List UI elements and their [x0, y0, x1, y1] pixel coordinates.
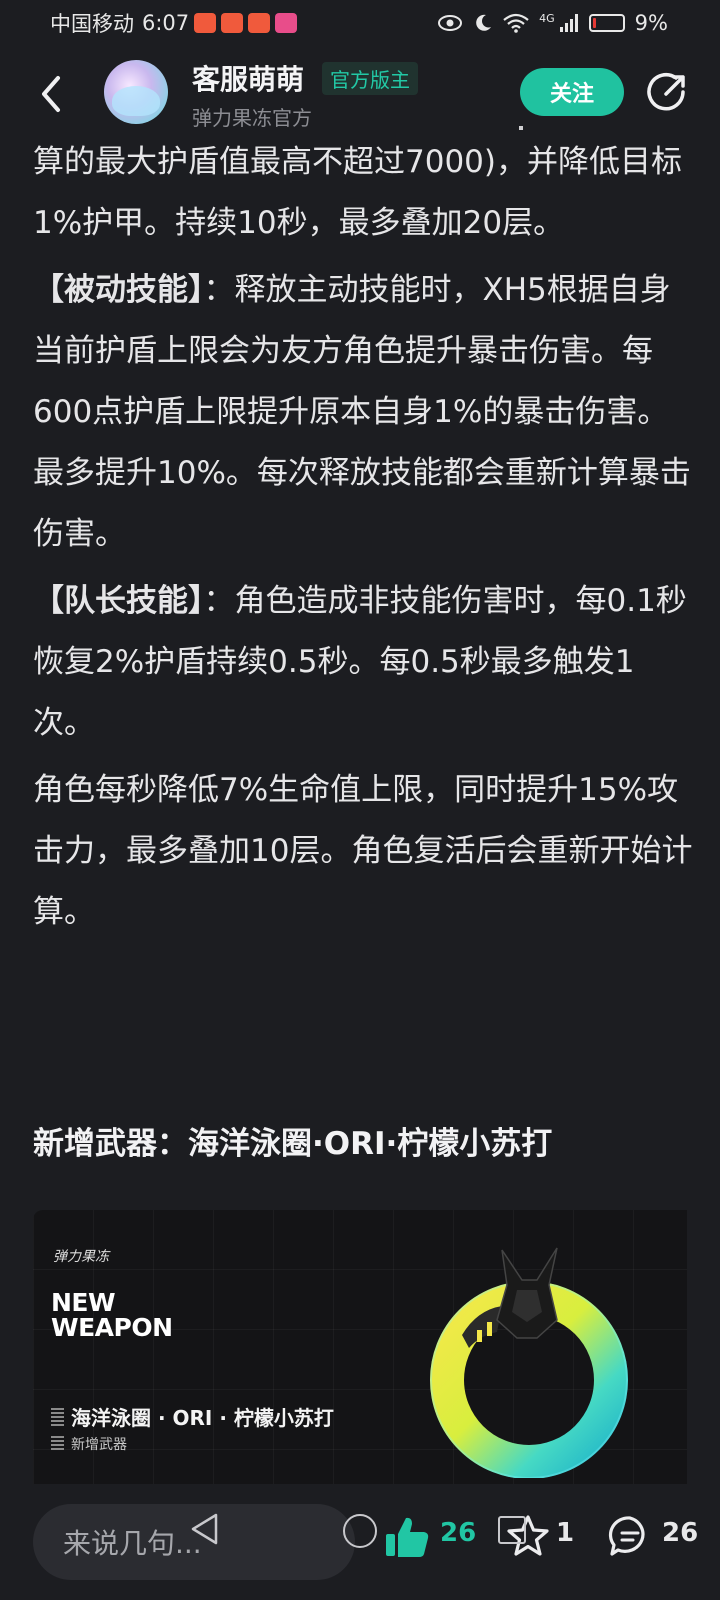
banner-weapon-name: 海洋泳圈 · ORI · 柠檬小苏打: [71, 1406, 334, 1430]
post-header: 客服萌萌 官方版主 弹力果冻官方 关注: [0, 52, 720, 136]
notification-icon-2: [221, 13, 244, 33]
carrier-label: 中国移动: [50, 12, 134, 36]
notification-icon-1: [194, 13, 217, 33]
nav-back-triangle-icon[interactable]: [188, 1512, 222, 1546]
status-icons: 4G 9%: [437, 11, 668, 35]
like-count: 26: [440, 1518, 477, 1548]
wifi-icon: [503, 13, 529, 33]
comment-count: 26: [662, 1518, 699, 1548]
share-icon[interactable]: [646, 72, 688, 114]
article-body: 算的最大护盾值最高不超过7000)，并降低目标1%护甲。持续10秒，最多叠加20…: [33, 126, 693, 943]
battery-percent: 9%: [634, 11, 668, 35]
nav-home-circle-icon[interactable]: [343, 1514, 377, 1548]
battery-icon: [588, 14, 625, 32]
swim-ring-weapon-illustration: [430, 1247, 628, 1478]
favorite-count: 1: [556, 1518, 575, 1548]
author-subtitle: 弹力果冻官方: [192, 106, 312, 130]
banner-logo: 弹力果冻: [53, 1249, 109, 1265]
passive-skill-heading: 【被动技能】: [33, 272, 204, 308]
paragraph-passive-skill: 【被动技能】：释放主动技能时，XH5根据自身当前护盾上限会为友方角色提升暴击伤害…: [33, 260, 693, 565]
follow-button[interactable]: 关注: [520, 68, 624, 116]
eye-icon: [438, 15, 463, 31]
bottom-action-bar: 来说几句... 26 1 26: [0, 1496, 720, 1600]
passive-skill-text: ：释放主动技能时，XH5根据自身当前护盾上限会为友方角色提升暴击伤害。每600点…: [33, 272, 691, 552]
notification-icon-3: [248, 13, 271, 33]
paragraph-1: 算的最大护盾值最高不超过7000)，并降低目标1%护甲。持续10秒，最多叠加20…: [33, 144, 682, 241]
avatar[interactable]: [104, 60, 168, 124]
banner-bar-mark-small: [51, 1436, 64, 1450]
banner-headline-line1: NEW: [51, 1288, 116, 1317]
signal-icon: [559, 14, 578, 32]
banner-bar-mark: [51, 1406, 64, 1426]
comment-icon[interactable]: [608, 1514, 652, 1558]
banner-headline: NEW WEAPON: [51, 1290, 173, 1340]
role-badge: 官方版主: [322, 62, 418, 95]
section-title: 新增武器：海洋泳圈·ORI·柠檬小苏打: [33, 1126, 553, 1162]
clipped-text-remnant: [519, 126, 523, 130]
clock: 6:07: [142, 11, 190, 35]
nav-recent-square-icon[interactable]: [498, 1516, 526, 1544]
thumbs-up-icon[interactable]: [384, 1514, 430, 1560]
moon-icon: [476, 14, 492, 31]
back-arrow-icon[interactable]: [36, 74, 68, 114]
author-name[interactable]: 客服萌萌: [192, 58, 304, 98]
status-bar: 中国移动 6:07 4G 9%: [0, 0, 720, 46]
paragraph-captain-skill: 【队长技能】：角色造成非技能伤害时，每0.1秒恢复2%护盾持续0.5秒。每0.5…: [33, 571, 693, 754]
captain-skill-heading: 【队长技能】: [33, 583, 204, 619]
paragraph-4: 角色每秒降低7%生命值上限，同时提升15%攻击力，最多叠加10层。角色复活后会重…: [33, 772, 693, 930]
banner-headline-line2: WEAPON: [51, 1313, 173, 1342]
notification-icon-4: [275, 13, 298, 33]
network-type: 4G: [539, 11, 555, 25]
weapon-banner-image[interactable]: 弹力果冻 NEW WEAPON 海洋泳圈 · ORI · 柠檬小苏打 新增武器: [33, 1210, 687, 1484]
banner-tag: 新增武器: [71, 1437, 127, 1453]
